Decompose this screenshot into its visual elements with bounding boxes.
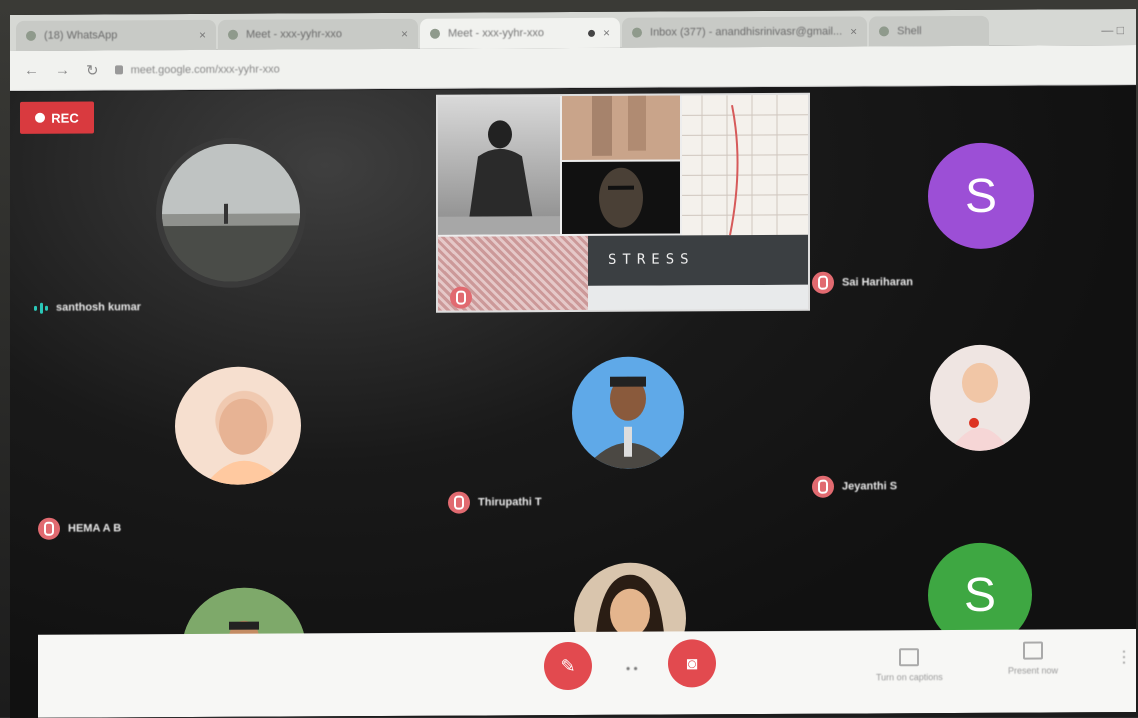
address-bar: ← → ↻ meet.google.com/xxx-yyhr-xxo bbox=[10, 45, 1136, 91]
mic-off-icon bbox=[812, 271, 834, 294]
url-text: meet.google.com/xxx-yyhr-xxo bbox=[130, 63, 280, 76]
screen: (18) WhatsApp × Meet - xxx-yyhr-xxo × Me… bbox=[10, 9, 1136, 718]
avatar-letter: S bbox=[963, 568, 996, 622]
present-icon bbox=[1023, 641, 1044, 660]
present-label: Present now bbox=[1008, 665, 1059, 676]
participant-name: Jeyanthi S bbox=[842, 480, 898, 493]
participant-avatar[interactable] bbox=[572, 356, 684, 470]
mic-off-icon bbox=[38, 517, 60, 540]
tab-title: Shell bbox=[897, 25, 922, 38]
participant-avatar[interactable] bbox=[930, 344, 1030, 452]
present-now-button[interactable]: Present now bbox=[1008, 641, 1059, 676]
reload-icon[interactable]: ↻ bbox=[86, 61, 99, 79]
monitor-frame: (18) WhatsApp × Meet - xxx-yyhr-xxo × Me… bbox=[0, 0, 1138, 718]
slide-word: STRESS bbox=[608, 251, 695, 268]
more-options-icon[interactable]: ⋮ bbox=[1116, 647, 1132, 667]
shell-icon bbox=[879, 26, 890, 37]
camera-off-icon: ◙ bbox=[686, 652, 698, 673]
meet-icon bbox=[228, 29, 238, 40]
captions-icon bbox=[899, 648, 920, 667]
tab-meet-2[interactable]: Meet - xxx-yyhr-xxo × bbox=[420, 17, 620, 49]
mic-off-icon bbox=[448, 491, 470, 514]
forward-icon[interactable]: → bbox=[55, 62, 70, 79]
participant-name-tag: Thirupathi T bbox=[448, 491, 542, 514]
presentation-image bbox=[682, 94, 808, 246]
tab-gmail[interactable]: Inbox (377) - anandhisrinivasr@gmail... … bbox=[622, 16, 868, 48]
participant-avatar[interactable]: S bbox=[928, 142, 1034, 250]
tab-shell[interactable]: Shell bbox=[869, 15, 990, 47]
participant-avatar[interactable] bbox=[162, 143, 300, 283]
gmail-icon bbox=[632, 27, 642, 38]
participant-name: Sai Hariharan bbox=[842, 276, 913, 289]
participant-avatar[interactable] bbox=[175, 366, 301, 486]
tab-meet-1[interactable]: Meet - xxx-yyhr-xxo × bbox=[218, 18, 418, 50]
meeting-controls: ✎ • • ◙ Turn on captions Present now ⋮ bbox=[38, 629, 1136, 718]
tab-title: Inbox (377) - anandhisrinivasr@gmail... bbox=[650, 25, 843, 39]
participant-name-tag: HEMA A B bbox=[38, 517, 122, 540]
meet-icon bbox=[430, 28, 440, 39]
window-controls[interactable]: — □ bbox=[1089, 15, 1136, 45]
more-dots[interactable]: • • bbox=[626, 662, 638, 676]
captions-label: Turn on captions bbox=[876, 672, 943, 683]
back-icon[interactable]: ← bbox=[24, 62, 39, 79]
presentation-image bbox=[562, 95, 680, 161]
rec-label: REC bbox=[51, 110, 79, 126]
participant-name-tag: santhosh kumar bbox=[34, 301, 141, 314]
stress-banner: STRESS bbox=[588, 234, 808, 286]
tab-title: (18) WhatsApp bbox=[44, 29, 118, 42]
participant-name: Thirupathi T bbox=[478, 496, 542, 509]
close-icon[interactable]: × bbox=[850, 25, 857, 39]
url-field[interactable]: meet.google.com/xxx-yyhr-xxo bbox=[114, 54, 635, 83]
captions-button[interactable]: Turn on captions bbox=[876, 648, 943, 682]
mic-off-icon: ✎ bbox=[560, 655, 576, 676]
presentation-footer bbox=[588, 284, 808, 310]
participant-name-tag: Sai Hariharan bbox=[812, 271, 913, 294]
mic-off-icon bbox=[812, 475, 834, 498]
tab-whatsapp[interactable]: (18) WhatsApp × bbox=[16, 19, 216, 51]
tab-title: Meet - xxx-yyhr-xxo bbox=[448, 27, 544, 40]
whatsapp-icon bbox=[26, 30, 36, 41]
meeting-stage: REC santhosh kumar STRESS S Sai Harihara… bbox=[10, 86, 1136, 718]
close-icon[interactable]: × bbox=[603, 26, 610, 40]
tab-title: Meet - xxx-yyhr-xxo bbox=[246, 28, 342, 41]
avatar-letter: S bbox=[964, 169, 997, 223]
record-icon bbox=[35, 112, 46, 123]
speaking-icon bbox=[34, 302, 48, 314]
presenter-name-tag bbox=[450, 286, 472, 309]
close-icon[interactable]: × bbox=[199, 28, 206, 42]
participant-name-tag: Jeyanthi S bbox=[812, 475, 898, 498]
mic-toggle-button[interactable]: ✎ bbox=[544, 641, 592, 691]
presentation-image bbox=[562, 161, 680, 235]
participant-name: santhosh kumar bbox=[56, 301, 141, 314]
presentation-tile[interactable]: STRESS bbox=[438, 94, 808, 311]
close-icon[interactable]: × bbox=[401, 27, 408, 41]
lock-icon bbox=[114, 65, 123, 75]
recording-dot-icon bbox=[587, 29, 595, 37]
presentation-image bbox=[438, 96, 560, 235]
participant-name: HEMA A B bbox=[68, 522, 122, 535]
recording-badge: REC bbox=[20, 101, 94, 134]
tab-bar: (18) WhatsApp × Meet - xxx-yyhr-xxo × Me… bbox=[10, 9, 1136, 51]
mic-off-icon bbox=[450, 286, 472, 309]
camera-toggle-button[interactable]: ◙ bbox=[668, 639, 716, 688]
